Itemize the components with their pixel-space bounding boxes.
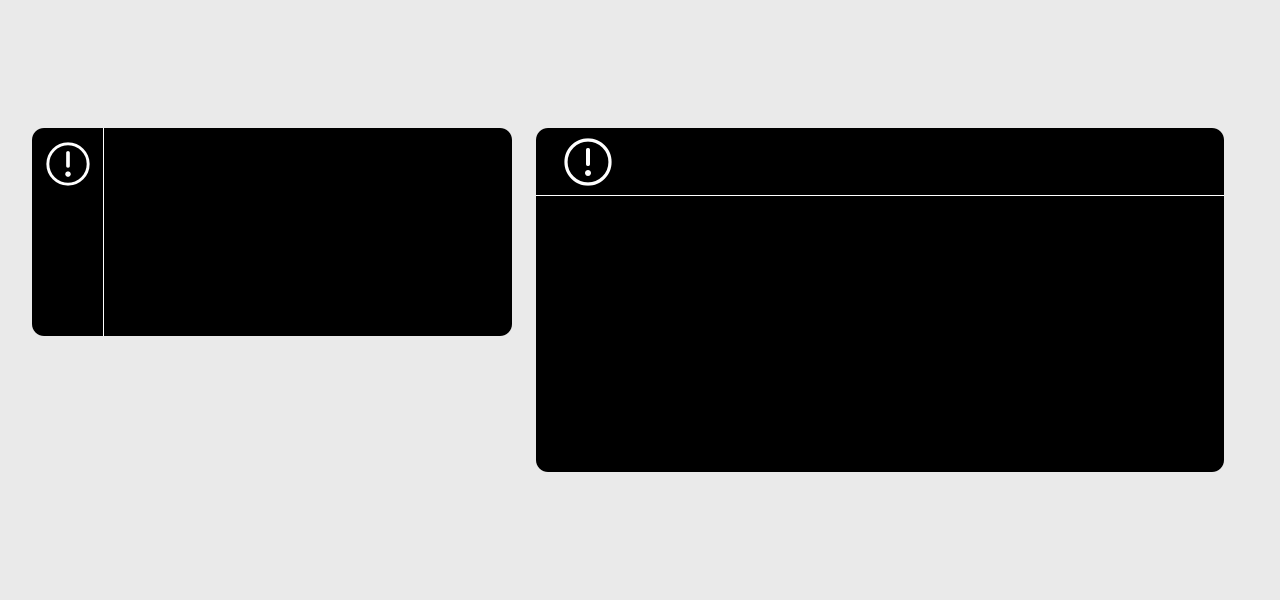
- alert-body: [104, 128, 512, 336]
- alert-card-compact: [32, 128, 512, 336]
- alert-icon-column: [32, 128, 104, 336]
- warning-icon: [46, 142, 90, 186]
- warning-icon: [564, 138, 612, 186]
- alert-card-wide: [536, 128, 1224, 472]
- card-row: [0, 0, 1280, 504]
- alert-header-row: [536, 128, 1224, 196]
- alert-body: [536, 196, 1224, 472]
